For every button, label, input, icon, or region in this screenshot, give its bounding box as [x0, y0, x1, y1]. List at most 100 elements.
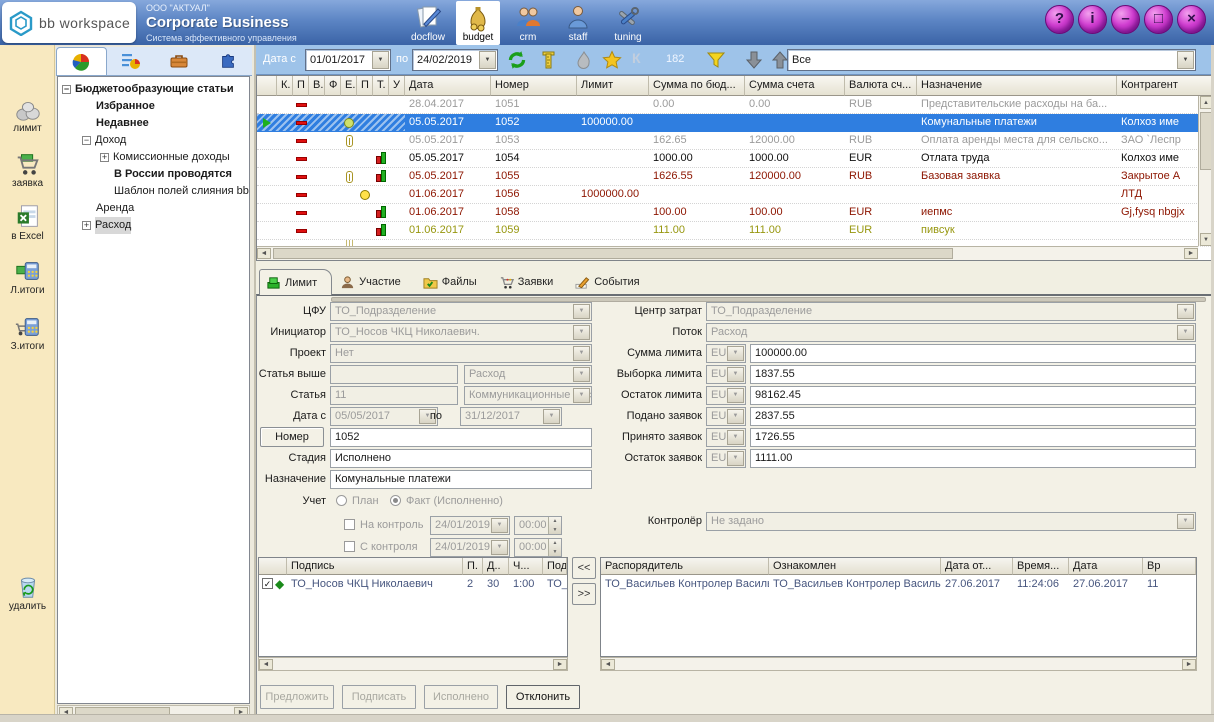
oncontrol-date-select[interactable]: 24/01/2019	[430, 516, 510, 535]
chevron-down-icon[interactable]	[1177, 51, 1194, 69]
sign-button[interactable]: Подписать	[342, 685, 416, 709]
chevron-down-icon[interactable]	[1177, 304, 1194, 319]
column-header[interactable]: Сумма по бюд...	[649, 76, 745, 96]
tab-participation[interactable]: Участие	[334, 269, 415, 295]
requests-rest-currency-select[interactable]: EUR	[706, 449, 746, 468]
tree-tab-reports[interactable]	[107, 47, 156, 75]
chevron-down-icon[interactable]	[573, 367, 590, 382]
date-to-select[interactable]: 24/02/2019	[412, 49, 498, 71]
column-header[interactable]: Подпись	[287, 558, 463, 575]
chevron-down-icon[interactable]	[543, 409, 560, 424]
requests-rest-field[interactable]: 1111.00	[750, 449, 1196, 468]
help-button[interactable]: ?	[1045, 5, 1074, 34]
chevron-down-icon[interactable]	[727, 430, 744, 445]
stage-field[interactable]: Исполнено	[330, 449, 592, 468]
column-header[interactable]	[257, 76, 277, 96]
column-header[interactable]: Ч...	[509, 558, 543, 575]
refresh-button[interactable]	[506, 49, 528, 71]
column-header[interactable]: В.	[309, 76, 325, 96]
column-header[interactable]: Вр	[1143, 558, 1196, 575]
grid-horizontal-scrollbar[interactable]: ◄ ►	[257, 246, 1198, 260]
article-select[interactable]: Коммуникационные расходы	[464, 386, 592, 405]
signature-table-scrollbar[interactable]: ◄ ►	[258, 657, 568, 671]
transfer-right-button[interactable]: >>	[572, 583, 596, 605]
offcontrol-time-field[interactable]: 00:00	[514, 538, 562, 557]
column-header[interactable]: Контрагент	[1117, 76, 1213, 96]
column-header[interactable]: Дата	[1069, 558, 1143, 575]
column-header[interactable]: Сумма счета	[745, 76, 845, 96]
column-header[interactable]: Д..	[483, 558, 509, 575]
tab-files[interactable]: Файлы	[417, 269, 491, 295]
column-header[interactable]: Номер	[491, 76, 577, 96]
table-row[interactable]: 05.05.2017 1053 162.65 12000.00 RUB Опла…	[257, 132, 1213, 150]
collapse-icon[interactable]	[82, 136, 91, 145]
accepted-field[interactable]: 1726.55	[750, 428, 1196, 447]
sidebar-item-limit-totals[interactable]: Л.итоги	[0, 257, 55, 296]
column-header[interactable]: Ознакомлен	[769, 558, 941, 575]
tree-tab-portfolio[interactable]	[155, 47, 204, 75]
sidebar-item-excel[interactable]: в Excel	[0, 203, 55, 242]
executed-button[interactable]: Исполнено	[424, 685, 498, 709]
expand-icon[interactable]	[100, 153, 109, 162]
tree-item-commission-income[interactable]: Комиссионные доходы	[60, 149, 249, 166]
column-header[interactable]: Распорядитель	[601, 558, 769, 575]
module-docflow[interactable]: docflow	[406, 1, 450, 45]
chevron-down-icon[interactable]	[372, 51, 389, 69]
controller-table-scrollbar[interactable]: ◄ ►	[600, 657, 1197, 671]
checked-checkbox[interactable]: ✓	[262, 578, 273, 589]
collapse-icon[interactable]	[62, 85, 71, 94]
column-header[interactable]: П	[357, 76, 373, 96]
chevron-down-icon[interactable]	[491, 540, 508, 555]
purpose-field[interactable]: Комунальные платежи	[330, 470, 592, 489]
fact-radio[interactable]	[390, 495, 401, 506]
offcontrol-checkbox[interactable]	[344, 541, 355, 552]
ruler-button[interactable]	[538, 49, 558, 71]
tree-item-rent[interactable]: Аренда	[60, 200, 249, 217]
chevron-down-icon[interactable]	[1177, 325, 1194, 340]
column-header[interactable]: Т.	[373, 76, 389, 96]
move-down-button[interactable]	[744, 49, 764, 71]
column-header[interactable]: Валюта сч...	[845, 76, 917, 96]
tab-requests[interactable]: Заявки	[493, 269, 568, 295]
column-header[interactable]: Дата	[405, 76, 491, 96]
limit-sum-currency-select[interactable]: EUR	[706, 344, 746, 363]
column-header[interactable]: П.	[463, 558, 483, 575]
close-button[interactable]: ×	[1177, 5, 1206, 34]
submitted-currency-select[interactable]: EUR	[706, 407, 746, 426]
chevron-down-icon[interactable]	[573, 325, 590, 340]
chevron-down-icon[interactable]	[727, 409, 744, 424]
tree-item-expense[interactable]: Расход	[60, 217, 249, 234]
sidebar-item-limit[interactable]: лимит	[0, 95, 55, 134]
column-header[interactable]: Подпис	[543, 558, 567, 575]
chevron-down-icon[interactable]	[479, 51, 496, 69]
tree-tab-extensions[interactable]	[204, 47, 253, 75]
flame-button[interactable]	[574, 49, 594, 71]
scroll-right-icon[interactable]: ►	[1182, 659, 1196, 670]
scroll-left-icon[interactable]: ◄	[257, 248, 271, 259]
table-row[interactable]: 01.06.2017 1059 111.00 111.00 EUR пивсук	[257, 222, 1213, 240]
table-row[interactable]: 05.05.2017 1055 1626.55 120000.00 RUB Ба…	[257, 168, 1213, 186]
table-row[interactable]: 01.06.2017 1058 100.00 100.00 EUR иепмс …	[257, 204, 1213, 222]
scroll-left-icon[interactable]: ◄	[259, 659, 273, 670]
plan-radio[interactable]	[336, 495, 347, 506]
chevron-down-icon[interactable]	[573, 346, 590, 361]
scrollbar-thumb[interactable]	[273, 248, 953, 259]
limit-sum-field[interactable]: 100000.00	[750, 344, 1196, 363]
sidebar-item-delete[interactable]: удалить	[0, 573, 55, 612]
table-row[interactable]: 01.06.2017 1056 1000000.00 ЛТД	[257, 186, 1213, 204]
limit-rest-field[interactable]: 98162.45	[750, 386, 1196, 405]
date-from-select[interactable]: 01/01/2017	[305, 49, 391, 71]
chevron-down-icon[interactable]	[727, 388, 744, 403]
module-budget[interactable]: budget	[456, 1, 500, 45]
favorite-button[interactable]	[602, 49, 622, 71]
limit-used-currency-select[interactable]: EUR	[706, 365, 746, 384]
controller-select[interactable]: Не задано	[706, 512, 1196, 531]
table-row[interactable]: ✓◆ ТО_Носов ЧКЦ Николаевич 2 30 1:00 ТО_…	[259, 575, 567, 593]
reject-button[interactable]: Отклонить	[506, 685, 580, 709]
table-row[interactable]: 28.04.2017 1051 0.00 0.00 RUB Представит…	[257, 96, 1213, 114]
expand-icon[interactable]	[82, 221, 91, 230]
submitted-field[interactable]: 2837.55	[750, 407, 1196, 426]
tab-events[interactable]: События	[569, 269, 653, 295]
sidebar-item-request-totals[interactable]: З.итоги	[0, 313, 55, 352]
module-tuning[interactable]: tuning	[606, 1, 650, 45]
